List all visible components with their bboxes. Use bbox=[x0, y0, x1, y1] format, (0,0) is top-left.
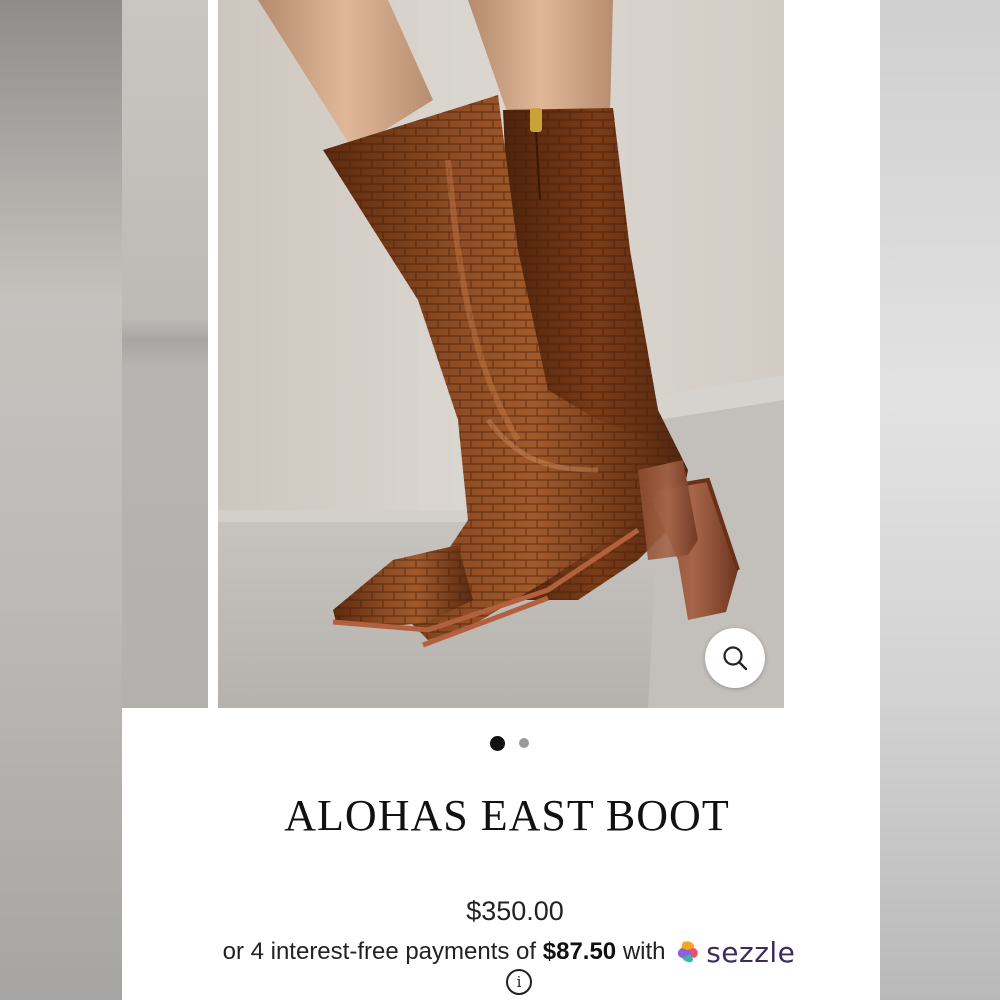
background-blur-left bbox=[0, 0, 122, 1000]
boot-photo-illustration bbox=[218, 0, 784, 708]
sezzle-icon bbox=[678, 940, 698, 962]
gallery-gap bbox=[208, 0, 218, 708]
product-photo[interactable] bbox=[218, 0, 784, 708]
product-gallery[interactable] bbox=[122, 0, 880, 708]
sezzle-logo[interactable]: sezzle bbox=[674, 936, 795, 969]
product-price: $350.00 bbox=[466, 896, 564, 926]
installment-with: with bbox=[622, 937, 666, 965]
zoom-button[interactable] bbox=[705, 628, 765, 688]
info-icon[interactable]: i bbox=[506, 969, 532, 995]
pagination-dot-active[interactable] bbox=[489, 735, 505, 751]
product-page: ALOHAS EAST BOOT $350.00 or 4 interest-f… bbox=[122, 0, 880, 1000]
magnifier-icon bbox=[723, 646, 748, 671]
gallery-pagination bbox=[130, 734, 880, 752]
product-title: ALOHAS EAST BOOT bbox=[284, 791, 730, 840]
installment-prefix: or 4 interest-free payments of bbox=[222, 937, 537, 965]
pagination-dot[interactable] bbox=[518, 738, 529, 748]
installment-amount: $87.50 bbox=[542, 937, 617, 965]
sezzle-wordmark: sezzle bbox=[706, 936, 796, 969]
background-blur-right bbox=[880, 0, 1000, 1000]
previous-image-peek[interactable] bbox=[122, 0, 208, 708]
installment-message: or 4 interest-free payments of $87.50 wi… bbox=[130, 936, 880, 969]
